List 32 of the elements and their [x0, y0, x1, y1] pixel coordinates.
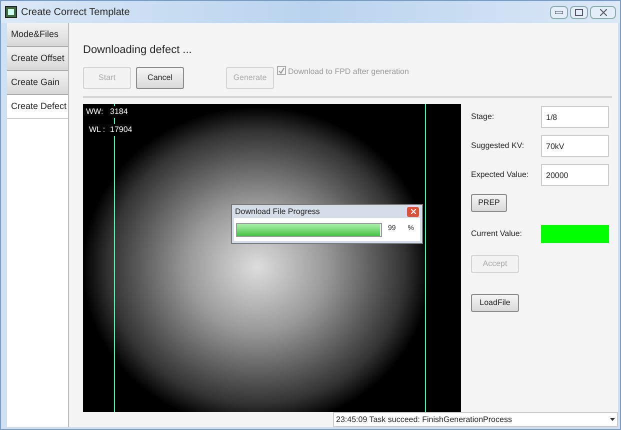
input-field[interactable]: 20000	[541, 164, 609, 186]
close-icon	[410, 209, 416, 214]
overlay-value: 3184	[110, 106, 128, 118]
tab[interactable]: Create Offset	[7, 47, 68, 71]
maximize-button[interactable]	[570, 6, 588, 18]
loadfile-button[interactable]: LoadFile	[471, 294, 519, 312]
app-icon	[5, 6, 17, 18]
field-label: Current Value:	[471, 228, 523, 240]
overlay-label: WL :	[88, 124, 106, 136]
toolbar-button[interactable]: Cancel	[136, 67, 184, 89]
overlay-value: 17904	[110, 124, 132, 136]
input-field[interactable]: 1/8	[541, 106, 609, 128]
minimize-button[interactable]	[550, 6, 568, 18]
prep-button[interactable]: PREP	[471, 194, 507, 212]
close-button[interactable]	[590, 6, 616, 18]
status-text: 23:45:09 Task succeed: FinishGenerationProcess	[336, 414, 512, 426]
close-icon	[600, 8, 606, 16]
tab[interactable]: Mode&Files	[7, 23, 68, 47]
tab[interactable]: Create Gain	[7, 71, 68, 95]
field-label: Stage:	[471, 111, 496, 123]
field-label: Expected Value:	[471, 169, 530, 181]
input-field[interactable]: 70kV	[541, 135, 609, 157]
maximize-icon	[575, 8, 583, 16]
window-title: Create Correct Template	[21, 6, 130, 20]
dialog-close-button[interactable]	[407, 206, 419, 216]
checkmark-icon	[278, 67, 285, 74]
field-label: Suggested KV:	[471, 140, 526, 152]
minimize-icon	[555, 10, 563, 14]
status-message: Downloading defect ...	[83, 43, 193, 56]
overlay-label: WW:	[86, 106, 104, 118]
dropdown-icon[interactable]	[610, 418, 615, 421]
dialog-title: Download File Progress	[235, 206, 320, 218]
